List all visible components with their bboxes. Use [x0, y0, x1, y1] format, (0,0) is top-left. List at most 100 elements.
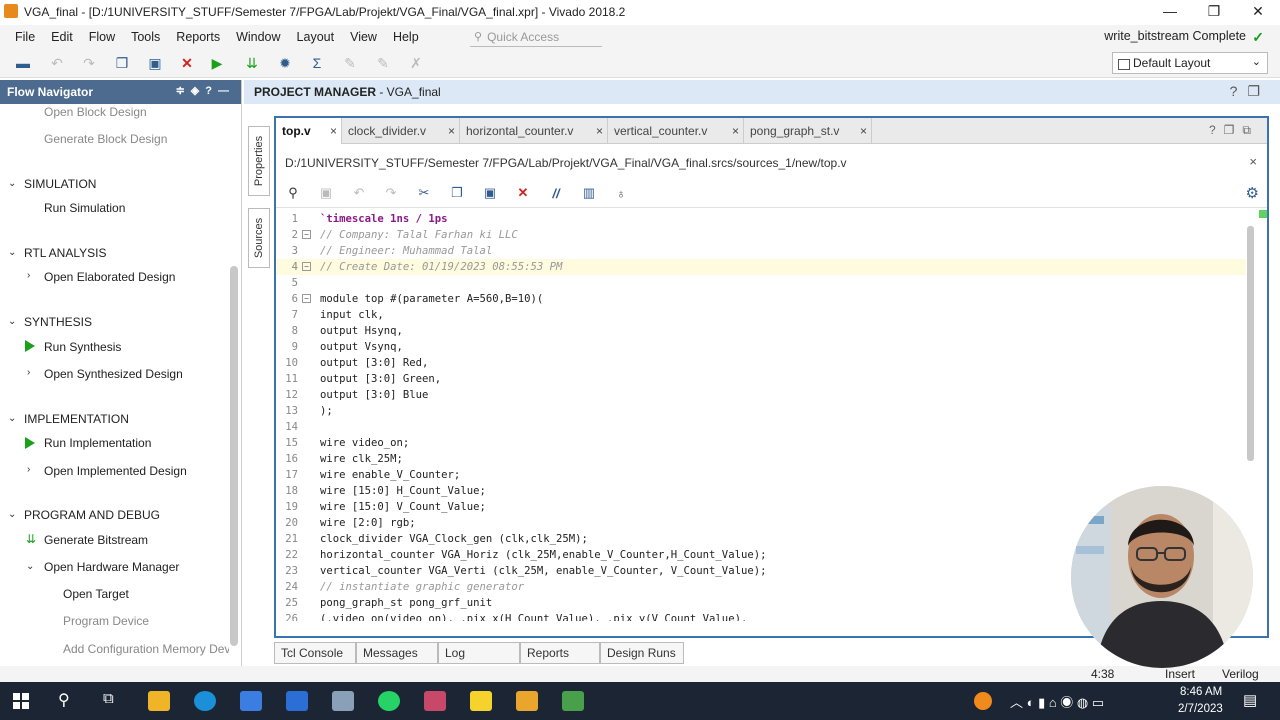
close-tab-icon[interactable]: ×: [860, 124, 867, 138]
collapse-caret-icon[interactable]: ⌄: [8, 413, 16, 424]
close-path-icon[interactable]: ×: [1249, 154, 1257, 169]
program-icon[interactable]: ⇊: [243, 54, 261, 72]
columns-icon[interactable]: ▥: [580, 184, 598, 202]
restore-button[interactable]: ❐: [1192, 0, 1236, 22]
paste-icon[interactable]: ▣: [146, 54, 164, 72]
nav-open-elaborated-design[interactable]: Open Elaborated Design: [44, 270, 175, 284]
expand-caret-icon[interactable]: ›: [27, 464, 30, 475]
delete-icon[interactable]: ✕: [514, 184, 532, 202]
mail-icon[interactable]: [286, 691, 308, 711]
expand-caret-icon[interactable]: ›: [27, 270, 30, 281]
delete-icon[interactable]: ✕: [178, 54, 196, 72]
nav-open-synthesized-design[interactable]: Open Synthesized Design: [44, 367, 183, 381]
lightbulb-icon[interactable]: ♁: [612, 184, 630, 202]
close-tab-icon[interactable]: ×: [732, 124, 739, 138]
expand-caret-icon[interactable]: ›: [27, 367, 30, 378]
menu-flow[interactable]: Flow: [89, 30, 115, 44]
tab-vertical-counter[interactable]: vertical_counter.v ×: [608, 118, 744, 144]
close-window-button[interactable]: ✕: [1236, 0, 1280, 22]
search-icon[interactable]: ⚲: [58, 690, 70, 710]
tab-window-controls[interactable]: ?❐⧉: [1209, 123, 1259, 138]
fold-icon[interactable]: −: [302, 230, 311, 239]
minimize-button[interactable]: —: [1148, 0, 1192, 22]
nav-run-synthesis[interactable]: Run Synthesis: [44, 340, 121, 354]
disabled-clear-icon[interactable]: ✗: [407, 54, 425, 72]
file-explorer-icon[interactable]: [148, 691, 170, 711]
windows-start-icon[interactable]: [13, 693, 29, 709]
menu-layout[interactable]: Layout: [297, 30, 335, 44]
copy-icon[interactable]: ❐: [448, 184, 466, 202]
sigma-icon[interactable]: Σ: [308, 54, 326, 72]
tab-sources[interactable]: Sources: [248, 208, 270, 268]
collapse-caret-icon[interactable]: ⌄: [8, 178, 16, 189]
tab-design-runs[interactable]: Design Runs: [600, 642, 684, 664]
flow-navigator-scrollbar[interactable]: [230, 116, 238, 656]
store-icon[interactable]: [240, 691, 262, 711]
layout-select[interactable]: Default Layout ⌄: [1112, 52, 1268, 74]
nav-open-hardware-manager[interactable]: Open Hardware Manager: [44, 560, 179, 574]
menu-edit[interactable]: Edit: [51, 30, 73, 44]
save-icon[interactable]: ▣: [317, 184, 335, 202]
redo-icon[interactable]: ↷: [80, 54, 98, 72]
menu-window[interactable]: Window: [236, 30, 280, 44]
collapse-caret-icon[interactable]: ⌄: [8, 316, 16, 327]
undo-icon[interactable]: ↶: [350, 184, 368, 202]
menu-view[interactable]: View: [350, 30, 377, 44]
redo-icon[interactable]: ↷: [382, 184, 400, 202]
paint-icon[interactable]: [424, 691, 446, 711]
nav-run-simulation[interactable]: Run Simulation: [44, 201, 125, 215]
nav-add-config-memory[interactable]: Add Configuration Memory Devic: [63, 642, 229, 656]
menu-file[interactable]: File: [15, 30, 35, 44]
nav-run-implementation[interactable]: Run Implementation: [44, 436, 151, 450]
tab-clock-divider[interactable]: clock_divider.v ×: [342, 118, 460, 144]
collapse-caret-icon[interactable]: ⌄: [8, 247, 16, 258]
tab-horizontal-counter[interactable]: horizontal_counter.v ×: [460, 118, 608, 144]
app-icon[interactable]: [332, 691, 354, 711]
nav-open-block-design[interactable]: Open Block Design: [44, 105, 147, 119]
fold-icon[interactable]: −: [302, 262, 311, 271]
fold-icon[interactable]: −: [302, 294, 311, 303]
close-tab-icon[interactable]: ×: [448, 124, 455, 138]
cut-icon[interactable]: ✂: [415, 184, 433, 202]
gear-icon[interactable]: ⚙: [1246, 184, 1259, 202]
disabled-tool-icon[interactable]: ✎: [341, 54, 359, 72]
collapse-caret-icon[interactable]: ⌄: [8, 509, 16, 520]
comment-icon[interactable]: //: [547, 184, 565, 202]
tab-log[interactable]: Log: [438, 642, 520, 664]
tab-properties[interactable]: Properties: [248, 126, 270, 196]
search-icon[interactable]: ⚲: [284, 184, 302, 202]
disabled-edit-icon[interactable]: ✎: [374, 54, 392, 72]
scrollbar-thumb[interactable]: [230, 266, 238, 646]
weather-icon[interactable]: [974, 692, 992, 710]
nav-generate-bitstream[interactable]: Generate Bitstream: [44, 533, 148, 547]
open-project-icon[interactable]: ▬: [14, 54, 32, 72]
paste-icon[interactable]: ▣: [481, 184, 499, 202]
nav-open-implemented-design[interactable]: Open Implemented Design: [44, 464, 187, 478]
quick-access-input[interactable]: ⚲ Quick Access: [470, 27, 602, 47]
menu-reports[interactable]: Reports: [176, 30, 220, 44]
edge-icon[interactable]: [194, 691, 216, 711]
nav-open-target[interactable]: Open Target: [63, 587, 129, 601]
flow-navigator-controls[interactable]: ≑◈?—: [176, 84, 235, 97]
tab-pong-graph[interactable]: pong_graph_st.v ×: [744, 118, 872, 144]
vivado-hls-icon[interactable]: [562, 691, 584, 711]
tab-messages[interactable]: Messages: [356, 642, 438, 664]
nav-program-device[interactable]: Program Device: [63, 614, 149, 628]
scrollbar-thumb[interactable]: [1247, 226, 1254, 461]
close-tab-icon[interactable]: ×: [330, 124, 337, 138]
sticky-notes-icon[interactable]: [470, 691, 492, 711]
header-help-icons[interactable]: ?❐: [1230, 83, 1270, 100]
copy-icon[interactable]: ❐: [113, 54, 131, 72]
menu-help[interactable]: Help: [393, 30, 419, 44]
vivado-taskbar-icon[interactable]: [516, 691, 538, 711]
run-icon[interactable]: ▶: [208, 54, 226, 72]
nav-generate-block-design[interactable]: Generate Block Design: [44, 132, 167, 146]
close-tab-icon[interactable]: ×: [596, 124, 603, 138]
task-view-icon[interactable]: ⧉: [103, 690, 114, 707]
tab-reports[interactable]: Reports: [520, 642, 600, 664]
whatsapp-icon[interactable]: [378, 691, 400, 711]
tab-top-v[interactable]: top.v ×: [276, 118, 342, 144]
tray-icons[interactable]: ︿ ◐ ▮ ⌂ ◉ ◍ ▭: [1010, 692, 1104, 711]
settings-icon[interactable]: ✹: [276, 54, 294, 72]
notifications-icon[interactable]: ▤: [1243, 691, 1257, 709]
